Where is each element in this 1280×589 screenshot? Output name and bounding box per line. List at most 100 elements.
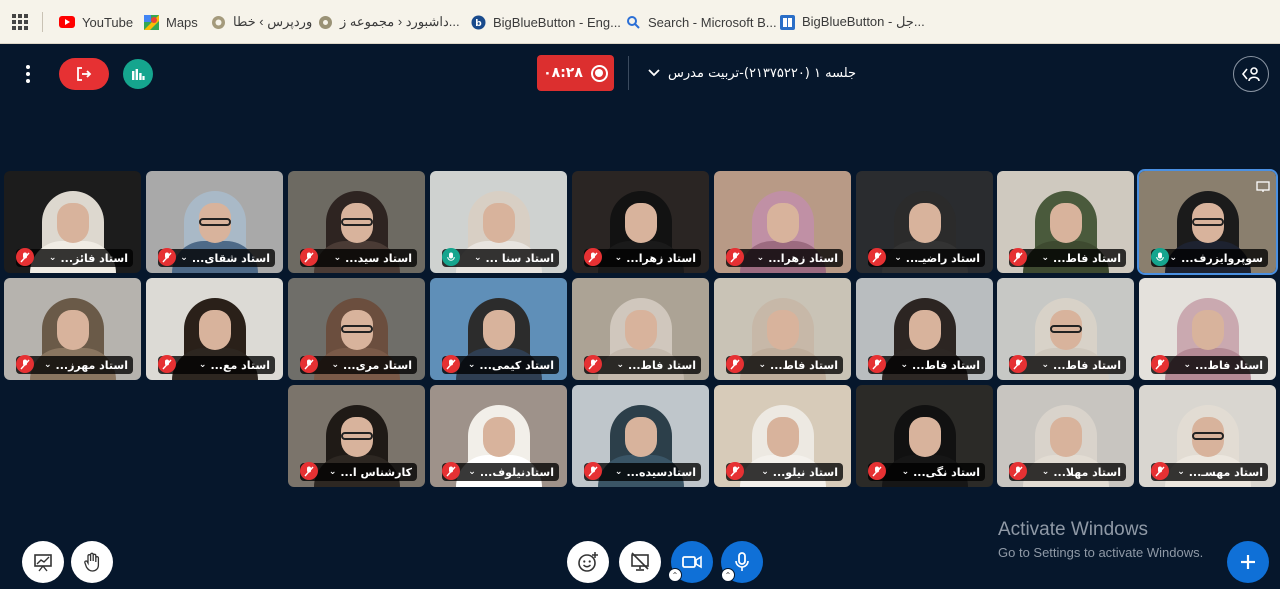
participant-name: کارشناس ا... [340,465,412,479]
reactions-button[interactable] [567,541,609,583]
share-screen-button[interactable] [619,541,661,583]
bookmark-label: BigBlueButton - Eng... [493,14,621,30]
participant-name: استاد راضیـ... [905,251,980,265]
bookmark-wordpress-error[interactable]: وردپرس › خطا [210,11,312,33]
bookmark-bigbluebutton-eng[interactable]: b BigBlueButton - Eng... [470,11,621,33]
microphone-muted-icon [158,355,176,373]
chevron-down-icon[interactable]: ⌄ [1183,360,1191,370]
participant-tile[interactable]: ⌄ استاد مع... [146,278,283,380]
bookmark-microsoft-search[interactable]: Search - Microsoft B... [625,11,777,33]
microphone-icon [442,248,460,266]
participant-tile[interactable]: ⌄ استاد فاط... [714,278,851,380]
chevron-down-icon[interactable]: ⌄ [761,467,769,477]
participant-tile[interactable]: ⌄ استاد فاط... [1139,278,1276,380]
chevron-down-icon[interactable]: ⌄ [44,360,52,370]
participant-tile[interactable]: ⌄ استاد کیمی... [430,278,567,380]
chevron-down-icon[interactable]: ⌄ [615,467,623,477]
chevron-down-icon[interactable]: ⌄ [468,467,476,477]
bookmark-bigbluebutton-session[interactable]: BigBlueButton - جل... [779,11,925,33]
participant-tile[interactable]: ⌄ استاد زهرا... [714,171,851,273]
chevron-down-icon[interactable]: ⌄ [329,467,337,477]
participant-tile[interactable]: ⌄ استاد راضیـ... [856,171,993,273]
participant-tile[interactable]: ⌄ استاد زهرا... [572,171,709,273]
participant-name: استاد فاط... [1195,358,1263,372]
participant-tile[interactable]: ⌄ استاد مهلا... [997,385,1134,487]
participant-tile[interactable]: ⌄ استاد فائز... [4,171,141,273]
raise-hand-button[interactable] [71,541,113,583]
actions-plus-button[interactable] [1227,541,1269,583]
participant-name: استاد کیمی... [479,358,554,372]
leave-meeting-button[interactable] [59,58,109,90]
chevron-down-icon[interactable]: ⌄ [468,360,476,370]
connection-status-button[interactable] [123,59,153,89]
microphone-muted-icon [1009,462,1027,480]
participant-tile[interactable]: ⌄ استاد نگی... [856,385,993,487]
activate-windows-title: Activate Windows [998,519,1148,540]
audio-options-chevron[interactable]: ⌃ [721,568,735,582]
participant-tile[interactable]: ⌄ استاد مری... [288,278,425,380]
wordpress-icon [210,14,226,30]
chevron-down-icon[interactable]: ⌄ [615,253,623,263]
chevron-down-icon[interactable]: ⌄ [900,360,908,370]
participant-tile[interactable]: ⌄ استاد فاط... [856,278,993,380]
participant-tile[interactable]: ⌄ استاد فاط... [997,278,1134,380]
participant-name: سوپروایزرف... [1181,251,1263,265]
chevron-down-icon[interactable]: ⌄ [199,360,207,370]
participant-name: استاد فاط... [770,358,838,372]
participant-name: استاد فائز... [60,251,128,265]
chevron-down-icon[interactable]: ⌄ [894,253,902,263]
chevron-down-icon[interactable]: ⌄ [49,253,57,263]
bookmark-maps[interactable]: Maps [143,11,198,33]
participant-name: استاد نیلو... [772,465,838,479]
microphone-muted-icon [868,248,886,266]
microphone-muted-icon [158,248,176,266]
presentation-button[interactable] [22,541,64,583]
participant-tile[interactable]: ⌄ استاد سنا ... [430,171,567,273]
chevron-down-icon[interactable]: ⌄ [902,467,910,477]
microphone-muted-icon [1009,355,1027,373]
chevron-down-icon[interactable]: ⌄ [1041,253,1049,263]
microphone-muted-icon [726,355,744,373]
participant-tile[interactable]: ⌄ استاد فاط... [572,278,709,380]
participant-tile[interactable]: ⌄ استاد نیلو... [714,385,851,487]
microphone-muted-icon [726,248,744,266]
microphone-muted-icon [1151,462,1169,480]
recording-button[interactable]: ۰۸:۲۸ [537,55,614,91]
emoji-icon [578,552,598,572]
chevron-down-icon[interactable]: ⌄ [1041,360,1049,370]
participant-tile[interactable]: ⌄ سوپروایزرف... [1137,169,1278,275]
chevron-down-icon[interactable]: ⌄ [757,253,765,263]
bookmark-dashboard[interactable]: داشبورد ‹ مجموعه ز... [317,11,460,33]
options-menu-button[interactable] [17,60,39,88]
chevron-down-icon[interactable]: ⌄ [331,360,339,370]
microphone-muted-icon [300,462,318,480]
chevron-down-icon[interactable]: ⌄ [334,253,342,263]
chevron-down-icon[interactable]: ⌄ [616,360,624,370]
apps-grid-icon[interactable] [12,14,28,30]
participant-name: استاد زهرا... [768,251,838,265]
participant-name: استاد سنا ... [485,251,555,265]
bigbluebutton-icon: b [470,14,486,30]
participant-tile[interactable]: ⌄ استاد سید... [288,171,425,273]
camera-options-chevron[interactable]: ⌃ [668,568,682,582]
bookmark-youtube[interactable]: YouTube [59,11,133,33]
bookmark-label: Search - Microsoft B... [648,14,777,30]
chevron-down-icon[interactable]: ⌄ [474,253,482,263]
chevron-down-icon[interactable]: ⌄ [1042,467,1050,477]
participant-tile[interactable]: ⌄ استاد شقای... [146,171,283,273]
user-list-toggle[interactable] [1233,56,1269,92]
chevron-down-icon[interactable]: ⌄ [1177,467,1185,477]
participant-name: استاد سید... [345,251,412,265]
meeting-title-dropdown[interactable]: جلسه ۱ (۲۱۳۷۵۲۲۰)-تربیت مدرس [648,62,856,84]
participant-tile[interactable]: ⌄ استاد مهرز... [4,278,141,380]
participant-tile[interactable]: ⌄ استاد مهسـ... [1139,385,1276,487]
participant-tile[interactable]: ⌄ کارشناس ا... [288,385,425,487]
chevron-down-icon[interactable]: ⌄ [180,253,188,263]
participant-tile[interactable]: ⌄ استاد فاط... [997,171,1134,273]
participant-tile[interactable]: ⌄ استادسیده... [572,385,709,487]
participant-name: استاد فاط... [1053,251,1121,265]
participant-tile[interactable]: ⌄ استادنیلوف... [430,385,567,487]
chevron-down-icon [648,69,660,77]
chevron-down-icon[interactable]: ⌄ [758,360,766,370]
chevron-down-icon[interactable]: ⌄ [1170,253,1178,263]
